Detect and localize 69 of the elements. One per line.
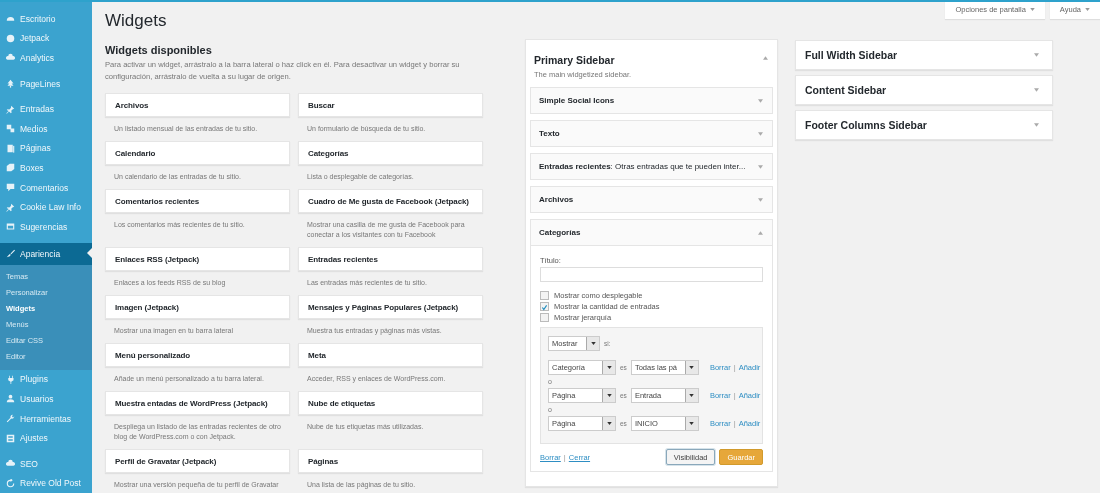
refresh-icon [6, 478, 15, 488]
circle-icon [6, 33, 15, 43]
widget-title[interactable]: Entradas recientes: Otras entradas que te pueden inter... [539, 162, 746, 171]
checkbox[interactable] [540, 291, 549, 300]
expand-icon[interactable] [1034, 123, 1039, 127]
caret-icon [689, 422, 695, 425]
expand-icon[interactable] [758, 164, 763, 169]
widget-item[interactable]: Buscar [298, 93, 483, 117]
box-icon [6, 163, 15, 173]
collapse-icon[interactable] [763, 56, 768, 60]
wrench-icon [6, 414, 15, 423]
sidebar-title[interactable]: Primary Sidebar [534, 54, 615, 66]
caret-icon [689, 366, 695, 369]
input-field[interactable] [540, 267, 763, 282]
expand-icon[interactable] [758, 98, 763, 103]
sidebar-title[interactable]: Content Sidebar [805, 84, 887, 96]
pages-icon [6, 143, 15, 153]
widget-title[interactable]: Categorías [539, 228, 581, 237]
menu-item[interactable]: Apariencia [0, 242, 92, 265]
plug-icon [6, 374, 15, 384]
widget-item[interactable]: Enlaces RSS (Jetpack) [105, 247, 290, 271]
widget-item[interactable]: Perfil de Gravatar (Jetpack) [105, 449, 290, 473]
caret-icon [606, 422, 612, 425]
person-icon [6, 394, 15, 404]
collapse-icon[interactable] [758, 230, 763, 235]
widget-item[interactable]: Categorías [298, 141, 483, 165]
widget-item[interactable]: Comentarios recientes [105, 189, 290, 213]
expand-icon[interactable] [758, 197, 763, 202]
window-icon [6, 222, 15, 232]
pin-icon [6, 202, 15, 212]
caret-icon [689, 394, 695, 397]
widget-item[interactable]: Cuadro de Me gusta de Facebook (Jetpack) [298, 189, 483, 213]
tree-icon [6, 79, 15, 89]
caret-icon [1029, 8, 1035, 11]
gauge-icon [6, 14, 15, 24]
brush-icon [6, 249, 15, 259]
pin-icon [6, 104, 15, 114]
expand-icon[interactable] [1034, 53, 1039, 57]
cloud-icon [6, 53, 15, 63]
speech-bubble-icon [6, 183, 15, 193]
widget-item[interactable]: Calendario [105, 141, 290, 165]
widget-item[interactable]: Entradas recientes [298, 247, 483, 271]
squares-icon [6, 124, 15, 134]
section-title: Widgets disponibles [105, 44, 213, 56]
sidebar-title[interactable]: Footer Columns Sidebar [805, 119, 927, 131]
widget-item[interactable]: Muestra entadas de WordPress (Jetpack) [105, 391, 290, 415]
widget-item[interactable]: Páginas [298, 449, 483, 473]
widget-title[interactable]: Simple Social Icons [539, 96, 615, 105]
widget-item[interactable]: Menú personalizado [105, 343, 290, 367]
checkbox[interactable] [540, 313, 549, 322]
widget-item[interactable]: Archivos [105, 93, 290, 117]
page-title: Widgets [105, 11, 168, 31]
caret-icon [590, 342, 596, 345]
cloud-icon [6, 459, 15, 469]
widget-item[interactable]: Imagen (Jetpack) [105, 295, 290, 319]
checkbox[interactable] [540, 302, 549, 311]
expand-icon[interactable] [758, 131, 763, 136]
sidebar-title[interactable]: Full Width Sidebar [805, 49, 898, 61]
widget-item[interactable]: Mensajes y Páginas Populares (Jetpack) [298, 295, 483, 319]
widget-title[interactable]: Texto [539, 129, 560, 138]
widget-item[interactable]: Nube de etiquetas [298, 391, 483, 415]
caret-icon [606, 366, 612, 369]
widget-title[interactable]: Archivos [539, 195, 574, 204]
caret-icon [1085, 8, 1090, 11]
expand-icon[interactable] [1034, 88, 1039, 92]
pointer-icon [87, 247, 92, 258]
widget-item[interactable]: Meta [298, 343, 483, 367]
caret-icon [606, 394, 612, 397]
sliders-icon [6, 433, 15, 443]
